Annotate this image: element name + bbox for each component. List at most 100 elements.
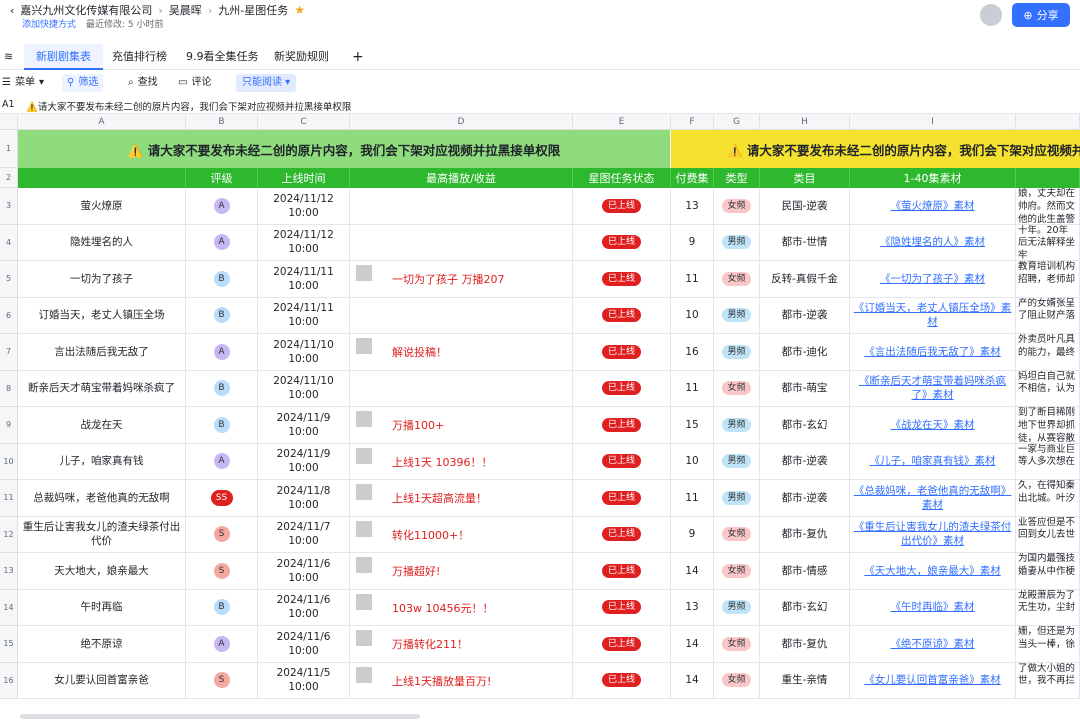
material-link[interactable]: 《断亲后天才萌宝带着妈咪杀疯了》素材 <box>852 374 1013 402</box>
table-cell-paid[interactable]: 10 <box>671 443 714 480</box>
table-cell-category[interactable]: 都市-复仇 <box>760 516 850 553</box>
table-cell-grade[interactable]: A <box>186 188 258 225</box>
table-cell-synopsis[interactable]: 龙殿萧辰为了无生功，尘封 <box>1016 589 1080 626</box>
table-cell-type[interactable]: 男频 <box>714 480 760 517</box>
table-cell-date[interactable]: 2024/11/12 10:00 <box>258 188 350 225</box>
row-header-8[interactable]: 8 <box>0 370 18 407</box>
table-cell-status[interactable]: 已上线 <box>573 188 671 225</box>
table-cell-paid[interactable]: 10 <box>671 297 714 334</box>
table-cell-proof[interactable]: 转化11000+！ <box>350 516 573 553</box>
material-link[interactable]: 《订婚当天，老丈人镇压全场》素材 <box>852 301 1013 329</box>
table-cell-grade[interactable]: A <box>186 224 258 261</box>
table-cell-synopsis[interactable]: 外卖员叶凡具的能力，最终 <box>1016 334 1080 371</box>
table-cell-material[interactable]: 《绝不原谅》素材 <box>850 626 1016 663</box>
breadcrumb-company[interactable]: 嘉兴九州文化传媒有限公司 <box>20 2 152 18</box>
table-cell-paid[interactable]: 11 <box>671 261 714 298</box>
table-cell-material[interactable]: 《萤火燎原》素材 <box>850 188 1016 225</box>
table-cell-paid[interactable]: 14 <box>671 662 714 699</box>
table-cell-proof[interactable]: 万播100+ <box>350 407 573 444</box>
table-cell-proof[interactable]: 103w 10456元！！ <box>350 589 573 626</box>
column-header-F[interactable]: F <box>671 114 714 130</box>
table-cell-status[interactable]: 已上线 <box>573 407 671 444</box>
table-cell-date[interactable]: 2024/11/8 10:00 <box>258 480 350 517</box>
table-cell-material[interactable]: 《隐姓埋名的人》素材 <box>850 224 1016 261</box>
table-cell-proof[interactable]: 上线1天播放量百万! <box>350 662 573 699</box>
table-cell-category[interactable]: 民国-逆袭 <box>760 188 850 225</box>
material-link[interactable]: 《天大地大，娘亲最大》素材 <box>864 564 1001 578</box>
column-header-A[interactable]: A <box>18 114 186 130</box>
table-cell-type[interactable]: 女频 <box>714 662 760 699</box>
column-header-extra[interactable] <box>1016 114 1080 130</box>
table-cell-status[interactable]: 已上线 <box>573 370 671 407</box>
add-sheet-icon[interactable]: + <box>340 44 376 70</box>
table-cell-status[interactable]: 已上线 <box>573 480 671 517</box>
table-cell-date[interactable]: 2024/11/10 10:00 <box>258 334 350 371</box>
horizontal-scrollbar[interactable] <box>20 714 420 719</box>
table-cell-title[interactable]: 绝不原谅 <box>18 626 186 663</box>
share-button[interactable]: ⊕ 分享 <box>1012 3 1070 27</box>
table-cell-title[interactable]: 午时再临 <box>18 589 186 626</box>
table-cell-synopsis[interactable]: 十年。20年后无法解释坐牢 <box>1016 224 1080 261</box>
row-header-16[interactable]: 16 <box>0 662 18 699</box>
row-header-13[interactable]: 13 <box>0 553 18 590</box>
row-header-1[interactable]: 1 <box>0 130 18 168</box>
table-cell-grade[interactable]: A <box>186 626 258 663</box>
table-cell-grade[interactable]: A <box>186 443 258 480</box>
table-cell-title[interactable]: 一切为了孩子 <box>18 261 186 298</box>
column-header-E[interactable]: E <box>573 114 671 130</box>
table-cell-category[interactable]: 反转-真假千金 <box>760 261 850 298</box>
material-link[interactable]: 《总裁妈咪，老爸他真的无敌啊》素材 <box>852 484 1013 512</box>
table-cell-date[interactable]: 2024/11/6 10:00 <box>258 589 350 626</box>
table-cell-proof[interactable] <box>350 224 573 261</box>
table-cell-category[interactable]: 都市-逆袭 <box>760 297 850 334</box>
menu-button[interactable]: ☰ 菜单 ▾ <box>2 74 44 92</box>
row-header-11[interactable]: 11 <box>0 480 18 517</box>
table-cell-type[interactable]: 女频 <box>714 370 760 407</box>
table-cell-paid[interactable]: 14 <box>671 626 714 663</box>
table-cell-title[interactable]: 隐姓埋名的人 <box>18 224 186 261</box>
table-cell-material[interactable]: 《女儿要认回首富亲爸》素材 <box>850 662 1016 699</box>
table-cell-proof[interactable]: 万播超好! <box>350 553 573 590</box>
table-cell-material[interactable]: 《儿子，咱家真有钱》素材 <box>850 443 1016 480</box>
readonly-dropdown[interactable]: 只能阅读 ▾ <box>236 74 297 92</box>
table-cell-synopsis[interactable]: 了做大小姐的世，我不再拦 <box>1016 662 1080 699</box>
comment-button[interactable]: ▭ 评论 <box>178 74 211 92</box>
table-cell-proof[interactable] <box>350 188 573 225</box>
table-cell-category[interactable]: 都市-逆袭 <box>760 480 850 517</box>
table-cell-synopsis[interactable]: 到了断目稀刚地下世界却抓徒，从赛容散 <box>1016 407 1080 444</box>
table-cell-material[interactable]: 《天大地大，娘亲最大》素材 <box>850 553 1016 590</box>
column-header-I[interactable]: I <box>850 114 1016 130</box>
table-cell-category[interactable]: 都市-复仇 <box>760 626 850 663</box>
table-cell-material[interactable]: 《午时再临》素材 <box>850 589 1016 626</box>
table-cell-title[interactable]: 订婚当天，老丈人镇压全场 <box>18 297 186 334</box>
table-cell-synopsis[interactable]: 教育培训机构招聘，老师却 <box>1016 261 1080 298</box>
table-cell-category[interactable]: 都市-玄幻 <box>760 407 850 444</box>
table-cell-type[interactable]: 女频 <box>714 261 760 298</box>
table-cell-grade[interactable]: B <box>186 297 258 334</box>
table-cell-category[interactable]: 都市-世情 <box>760 224 850 261</box>
material-link[interactable]: 《言出法随后我无敌了》素材 <box>864 345 1001 359</box>
row-header-7[interactable]: 7 <box>0 334 18 371</box>
table-cell-type[interactable]: 男频 <box>714 589 760 626</box>
table-cell-status[interactable]: 已上线 <box>573 589 671 626</box>
table-cell-proof[interactable] <box>350 297 573 334</box>
spreadsheet-grid[interactable]: A B C D E F G H I 1 2 3 4 5 6 7 8 9 10 11 12 13 14 15 16 ⚠️ 请大家不要… <box>0 114 1080 714</box>
table-cell-title[interactable]: 天大地大，娘亲最大 <box>18 553 186 590</box>
table-cell-date[interactable]: 2024/11/6 10:00 <box>258 626 350 663</box>
table-cell-title[interactable]: 总裁妈咪，老爸他真的无敌啊 <box>18 480 186 517</box>
layers-icon[interactable]: ≋ <box>0 44 17 70</box>
row-header-15[interactable]: 15 <box>0 626 18 663</box>
row-header-5[interactable]: 5 <box>0 261 18 298</box>
table-cell-date[interactable]: 2024/11/9 10:00 <box>258 407 350 444</box>
table-cell-proof[interactable]: 上线1天超高流量！ <box>350 480 573 517</box>
table-cell-paid[interactable]: 11 <box>671 370 714 407</box>
row-header-9[interactable]: 9 <box>0 407 18 444</box>
row-header-12[interactable]: 12 <box>0 516 18 553</box>
table-cell-synopsis[interactable]: 业答应但是不回到女儿去世 <box>1016 516 1080 553</box>
corner-cell[interactable] <box>0 114 18 130</box>
table-cell-date[interactable]: 2024/11/6 10:00 <box>258 553 350 590</box>
table-cell-synopsis[interactable]: 为国内最强技婚妻从中作梗 <box>1016 553 1080 590</box>
table-cell-status[interactable]: 已上线 <box>573 626 671 663</box>
table-cell-title[interactable]: 女儿要认回首富亲爸 <box>18 662 186 699</box>
table-cell-title[interactable]: 儿子，咱家真有钱 <box>18 443 186 480</box>
